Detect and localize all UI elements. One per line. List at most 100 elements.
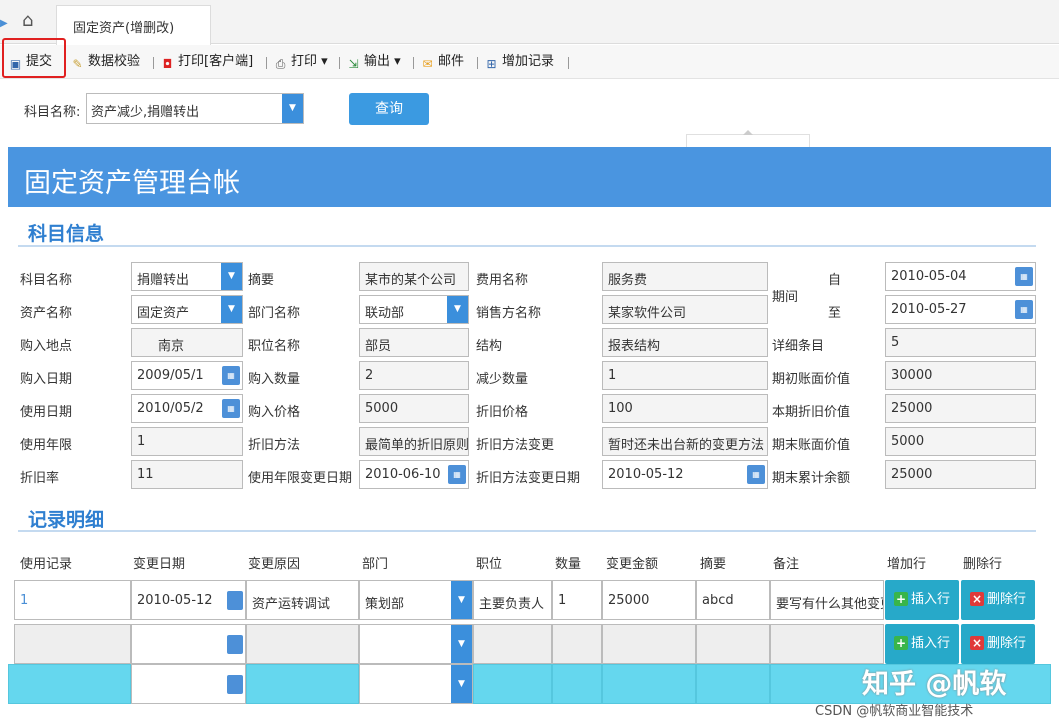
calendar-icon[interactable]: ▦ xyxy=(448,465,466,484)
calendar-icon[interactable] xyxy=(227,591,243,610)
print-button[interactable]: ⎙ 打印 ▾ xyxy=(273,53,328,73)
note-cell[interactable]: 要写有什么其他变更 xyxy=(770,580,884,620)
chevron-down-icon[interactable]: ▼ xyxy=(447,296,468,323)
use-date-field[interactable]: 2010/05/2 ▦ xyxy=(131,394,243,423)
detail-count-field[interactable]: 5 xyxy=(885,328,1036,357)
calendar-icon[interactable]: ▦ xyxy=(1015,267,1033,286)
dept-cell[interactable]: 策划部 ▼ xyxy=(359,580,473,620)
location-field[interactable]: 南京 xyxy=(131,328,243,357)
summary-cell[interactable] xyxy=(696,624,770,664)
end-value-field[interactable]: 5000 xyxy=(885,427,1036,456)
reason-cell[interactable] xyxy=(246,664,359,704)
home-icon[interactable]: ⌂ xyxy=(22,11,44,31)
chevron-down-icon[interactable]: ▼ xyxy=(221,263,242,290)
mail-icon: ✉ xyxy=(422,57,433,71)
insert-row-button[interactable]: + 插入行 xyxy=(885,580,959,620)
qty-cell[interactable] xyxy=(552,624,602,664)
position-cell[interactable] xyxy=(473,624,552,664)
validate-button[interactable]: ✎ 数据校验 xyxy=(70,53,140,73)
purchase-date-field[interactable]: 2009/05/1 ▦ xyxy=(131,361,243,390)
calendar-icon[interactable]: ▦ xyxy=(222,399,240,418)
use-years-field[interactable]: 1 xyxy=(131,427,243,456)
chevron-down-icon[interactable]: ▼ xyxy=(451,625,472,663)
add-record-button[interactable]: ⊞ 增加记录 xyxy=(484,53,554,73)
export-button[interactable]: ⇲ 输出 ▾ xyxy=(346,53,400,73)
chevron-down-icon[interactable]: ▼ xyxy=(221,296,242,323)
col-qty: 数量 xyxy=(555,557,582,572)
record-cell[interactable] xyxy=(14,624,131,664)
date-cell[interactable] xyxy=(131,624,246,664)
delete-row-button[interactable]: × 删除行 xyxy=(961,580,1035,620)
structure-field[interactable]: 报表结构 xyxy=(602,328,768,357)
delete-row-button[interactable]: × 删除行 xyxy=(961,624,1035,664)
section-divider xyxy=(18,245,1036,247)
purchase-price-label: 购入价格 xyxy=(248,405,301,420)
qty-cell[interactable] xyxy=(552,664,602,704)
calendar-icon[interactable] xyxy=(227,675,243,694)
qty-cell[interactable]: 1 xyxy=(552,580,602,620)
depr-method-field[interactable]: 最简单的折旧原则 xyxy=(359,427,469,456)
summary-cell[interactable] xyxy=(696,664,770,704)
plus-icon: + xyxy=(893,636,908,650)
tab-fixed-assets[interactable]: 固定资产(增删改) xyxy=(56,5,211,45)
calendar-icon[interactable]: ▦ xyxy=(1015,300,1033,319)
plus-icon: + xyxy=(893,592,908,606)
reason-cell[interactable] xyxy=(246,624,359,664)
print-client-button[interactable]: ◘ 打印[客户端] xyxy=(160,53,253,73)
period-to-date[interactable]: 2010-05-27 ▦ xyxy=(885,295,1036,324)
col-reason: 变更原因 xyxy=(248,557,301,572)
calendar-icon[interactable]: ▦ xyxy=(222,366,240,385)
pdf-icon: ◘ xyxy=(162,57,173,71)
printer-icon: ⎙ xyxy=(275,57,286,71)
depr-rate-field[interactable]: 11 xyxy=(131,460,243,489)
calendar-icon[interactable] xyxy=(227,635,243,654)
position-cell[interactable]: 主要负责人 xyxy=(473,580,552,620)
amount-cell[interactable] xyxy=(602,664,696,704)
chevron-down-icon[interactable]: ▼ xyxy=(451,665,472,703)
chevron-down-icon[interactable]: ▼ xyxy=(282,94,303,123)
date-cell[interactable]: 2010-05-12 xyxy=(131,580,246,620)
purchase-price-field[interactable]: 5000 xyxy=(359,394,469,423)
depr-change-date-field[interactable]: 2010-05-12 ▦ xyxy=(602,460,768,489)
record-cell[interactable]: 1 xyxy=(14,580,131,620)
mail-button[interactable]: ✉ 邮件 xyxy=(420,53,464,73)
add-record-icon: ⊞ xyxy=(486,57,497,71)
collapse-toggle[interactable] xyxy=(686,130,810,148)
tab-scroll-left-icon[interactable]: ▶ xyxy=(0,18,8,29)
subject-name-select[interactable]: 捐赠转出 ▼ xyxy=(131,262,243,291)
amount-cell[interactable] xyxy=(602,624,696,664)
position-cell[interactable] xyxy=(473,664,552,704)
note-cell[interactable] xyxy=(770,624,884,664)
query-button[interactable]: 查询 xyxy=(349,93,429,125)
decrease-qty-field[interactable]: 1 xyxy=(602,361,768,390)
period-depr-field[interactable]: 25000 xyxy=(885,394,1036,423)
end-balance-field[interactable]: 25000 xyxy=(885,460,1036,489)
summary-field[interactable]: 某市的某个公司 xyxy=(359,262,469,291)
depr-method-change-field[interactable]: 暂时还未出台新的变更方法 xyxy=(602,427,768,456)
expense-name-field[interactable]: 服务费 xyxy=(602,262,768,291)
chevron-down-icon[interactable]: ▼ xyxy=(451,581,472,619)
dept-cell[interactable]: ▼ xyxy=(359,664,473,704)
record-cell[interactable] xyxy=(8,664,131,704)
depr-price-field[interactable]: 100 xyxy=(602,394,768,423)
page-title: 固定资产管理台帐 xyxy=(8,147,1051,207)
begin-value-field[interactable]: 30000 xyxy=(885,361,1036,390)
use-date-label: 使用日期 xyxy=(20,405,73,420)
amount-cell[interactable]: 25000 xyxy=(602,580,696,620)
insert-row-button[interactable]: + 插入行 xyxy=(885,624,959,664)
asset-name-select[interactable]: 固定资产 ▼ xyxy=(131,295,243,324)
toolbar-divider xyxy=(477,57,478,69)
purchase-qty-field[interactable]: 2 xyxy=(359,361,469,390)
use-years-change-date-field[interactable]: 2010-06-10 ▦ xyxy=(359,460,469,489)
reason-cell[interactable]: 资产运转调试 xyxy=(246,580,359,620)
dept-select[interactable]: 联动部 ▼ xyxy=(359,295,469,324)
date-cell[interactable] xyxy=(131,664,246,704)
dept-cell[interactable]: ▼ xyxy=(359,624,473,664)
query-subject-select[interactable]: 资产减少,捐赠转出 ▼ xyxy=(86,93,304,124)
calendar-icon[interactable]: ▦ xyxy=(747,465,765,484)
seller-field[interactable]: 某家软件公司 xyxy=(602,295,768,324)
position-field[interactable]: 部员 xyxy=(359,328,469,357)
period-from-date[interactable]: 2010-05-04 ▦ xyxy=(885,262,1036,291)
summary-cell[interactable]: abcd xyxy=(696,580,770,620)
depr-rate-label: 折旧率 xyxy=(20,471,60,486)
